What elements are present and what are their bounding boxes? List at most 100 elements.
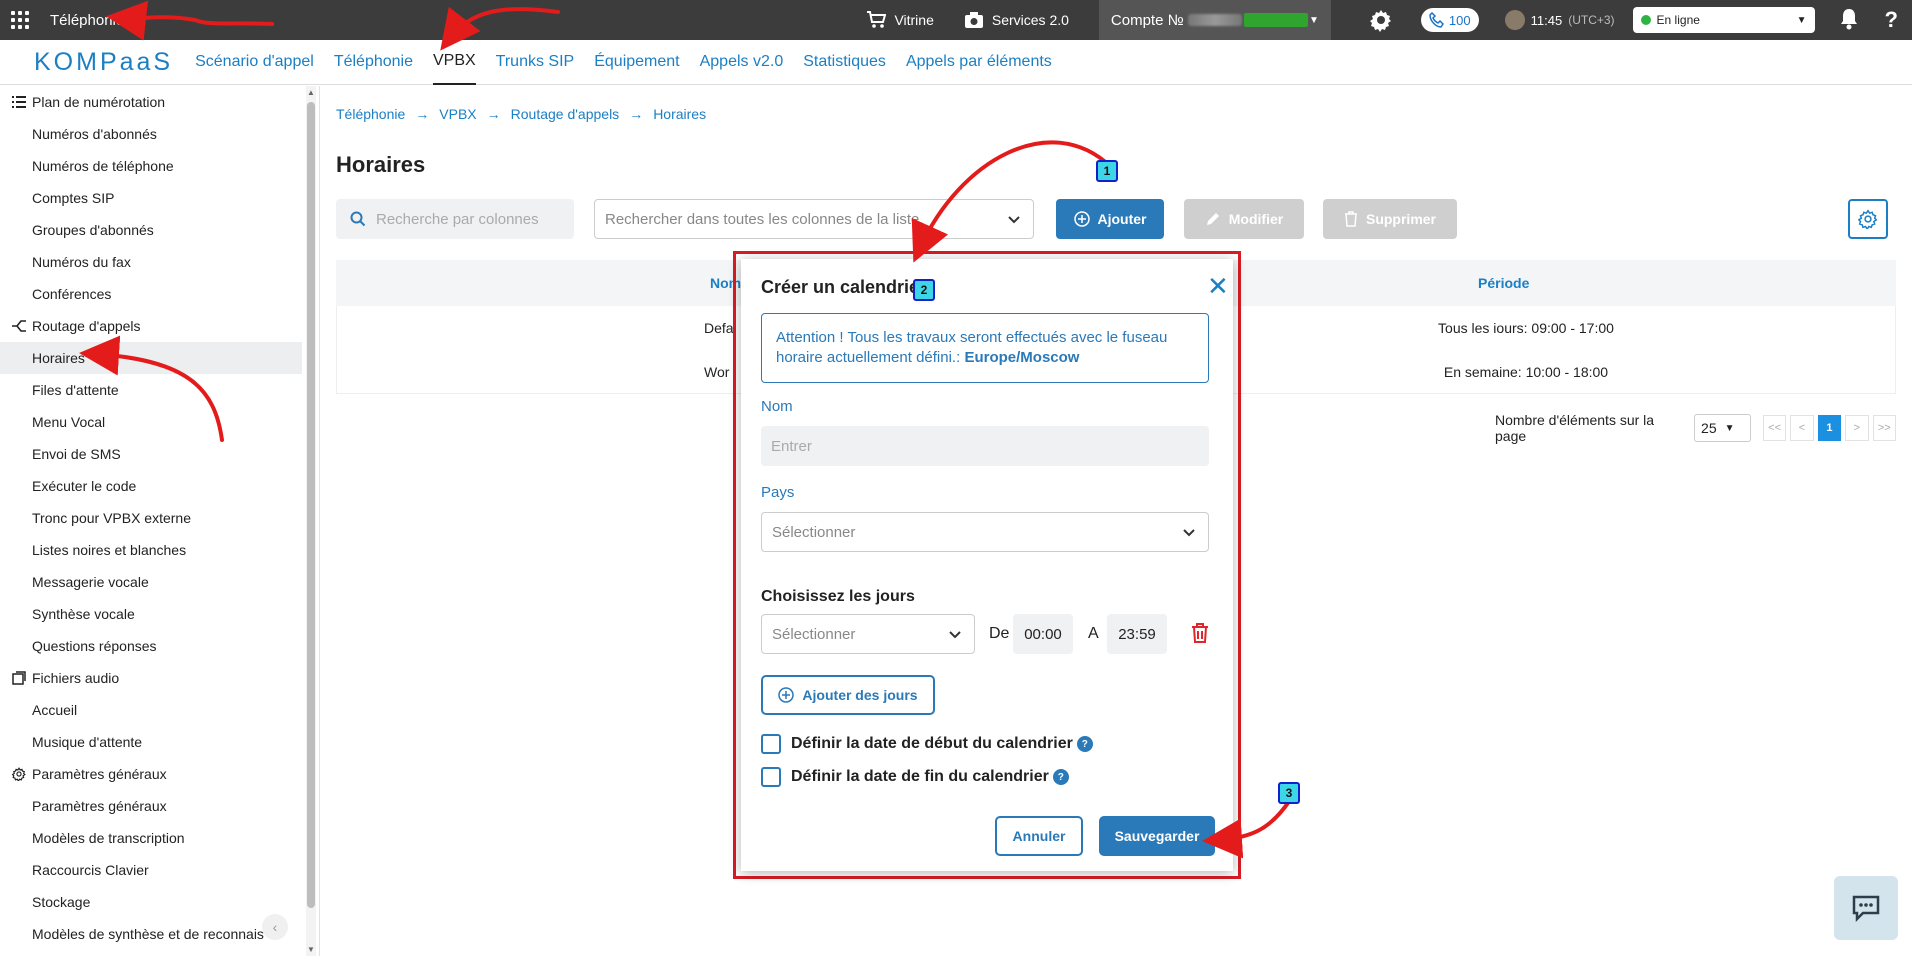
trash-icon[interactable] — [1191, 623, 1209, 643]
to-time-input[interactable]: 23:59 — [1107, 614, 1167, 654]
kompaas-logo[interactable]: KOMPaaS — [34, 48, 173, 77]
column-search-input[interactable]: Recherche par colonnes — [336, 199, 574, 239]
active-calls-pill[interactable]: 100 — [1420, 8, 1479, 32]
scroll-down-icon[interactable]: ▼ — [307, 945, 315, 954]
sidebar-section-plan-de-numerotation[interactable]: Plan de numérotation — [0, 86, 302, 118]
sidebar-item-label: Comptes SIP — [32, 190, 115, 206]
notifications-bell-icon[interactable] — [1839, 8, 1859, 33]
nav-vpbx[interactable]: VPBX — [432, 40, 476, 85]
collapse-sidebar-icon[interactable]: ‹ — [262, 914, 288, 940]
sidebar-item-parametres-generaux[interactable]: Paramètres généraux — [0, 790, 302, 822]
add-button[interactable]: Ajouter — [1056, 199, 1164, 239]
sidebar-item-accueil[interactable]: Accueil — [0, 694, 302, 726]
user-clock[interactable]: 11:45 (UTC+3) — [1504, 10, 1615, 30]
presence-status-select[interactable]: En ligne ▼ — [1632, 7, 1815, 33]
nav-trunks-sip[interactable]: Trunks SIP — [496, 40, 575, 85]
sidebar-item-messagerie-vocale[interactable]: Messagerie vocale — [0, 566, 302, 598]
sidebar-scrollbar[interactable]: ▲ ▼ — [306, 86, 316, 956]
breadcrumb: Téléphonie → VPBX → Routage d'appels → H… — [336, 106, 706, 122]
start-date-option[interactable]: Définir la date de début du calendrier ? — [761, 734, 1093, 754]
edit-button[interactable]: Modifier — [1184, 199, 1304, 239]
account-selector[interactable]: Compte № ▼ — [1098, 0, 1331, 40]
close-icon[interactable]: ✕ — [1207, 273, 1229, 299]
sidebar-item-envoi-de-sms[interactable]: Envoi de SMS — [0, 438, 302, 470]
from-time-input[interactable]: 00:00 — [1013, 614, 1073, 654]
last-page-button[interactable]: >> — [1872, 415, 1896, 441]
sidebar-item-executer-le-code[interactable]: Exécuter le code — [0, 470, 302, 502]
sidebar-item-musique-d-attente[interactable]: Musique d'attente — [0, 726, 302, 758]
table-settings-button[interactable] — [1848, 199, 1888, 239]
nav-equipement[interactable]: Équipement — [594, 40, 679, 85]
column-header-period[interactable]: Période — [1478, 275, 1529, 291]
sidebar: Plan de numérotation Numéros d'abonnés Num… — [0, 86, 320, 956]
sidebar-item-stockage[interactable]: Stockage — [0, 886, 302, 918]
sidebar-item-files-d-attente[interactable]: Files d'attente — [0, 374, 302, 406]
sidebar-item-horaires[interactable]: Horaires — [0, 342, 302, 374]
save-button[interactable]: Sauvegarder — [1099, 816, 1215, 856]
settings-gear-icon[interactable] — [1361, 8, 1401, 32]
sidebar-item-conferences[interactable]: Conférences — [0, 278, 302, 310]
help-icon[interactable]: ? — [1076, 736, 1093, 752]
sidebar-item-synthese-vocale[interactable]: Synthèse vocale — [0, 598, 302, 630]
help-icon[interactable]: ? — [1052, 769, 1069, 785]
search-all-columns-select[interactable]: Rechercher dans toutes les colonnes de l… — [594, 199, 1034, 239]
breadcrumb-routage[interactable]: Routage d'appels — [511, 106, 620, 122]
sidebar-section-routage-d-appels[interactable]: Routage d'appels — [0, 310, 302, 342]
help-icon[interactable]: ? — [1885, 7, 1898, 33]
edit-button-label: Modifier — [1228, 211, 1284, 227]
sidebar-item-numeros-d-abonnes[interactable]: Numéros d'abonnés — [0, 118, 302, 150]
current-page-button[interactable]: 1 — [1817, 415, 1842, 441]
sidebar-item-raccourcis-clavier[interactable]: Raccourcis Clavier — [0, 854, 302, 886]
breadcrumb-telephonie[interactable]: Téléphonie — [336, 106, 405, 122]
country-select[interactable]: Sélectionner — [761, 512, 1209, 552]
sidebar-item-tronc-pour-vpbx-externe[interactable]: Tronc pour VPBX externe — [0, 502, 302, 534]
page-size-value: 25 — [1701, 420, 1717, 436]
sidebar-item-modeles-de-transcription[interactable]: Modèles de transcription — [0, 822, 302, 854]
account-balance-redacted — [1243, 13, 1308, 27]
breadcrumb-vpbx[interactable]: VPBX — [439, 106, 476, 122]
breadcrumb-horaires[interactable]: Horaires — [653, 106, 706, 122]
modal-highlight-frame: Créer un calendrier ✕ Attention ! Tous l… — [733, 251, 1241, 879]
sidebar-item-label: Fichiers audio — [32, 670, 120, 686]
sidebar-item-label: Numéros d'abonnés — [32, 126, 157, 142]
to-label: A — [1088, 625, 1099, 642]
pagination: Nombre d'éléments sur la page 25 ▼ << < … — [1495, 412, 1896, 444]
nav-scenario[interactable]: Scénario d'appel — [195, 40, 314, 85]
sidebar-section-fichiers-audio[interactable]: Fichiers audio — [0, 662, 302, 694]
delete-button[interactable]: Supprimer — [1323, 199, 1457, 239]
name-input[interactable]: Entrer — [761, 426, 1209, 466]
sidebar-item-listes-noires-et-blanches[interactable]: Listes noires et blanches — [0, 534, 302, 566]
app-title[interactable]: Téléphonie — [50, 12, 124, 29]
sidebar-item-questions-reponses[interactable]: Questions réponses — [0, 630, 302, 662]
prev-page-button[interactable]: < — [1790, 415, 1814, 441]
apps-grid-icon[interactable] — [2, 0, 38, 40]
sidebar-section-parametres-generaux[interactable]: Paramètres généraux — [0, 758, 302, 790]
chat-widget-button[interactable] — [1834, 876, 1898, 940]
sidebar-item-numeros-du-fax[interactable]: Numéros du fax — [0, 246, 302, 278]
sidebar-item-label: Accueil — [32, 702, 78, 718]
first-page-button[interactable]: << — [1762, 415, 1787, 441]
nav-telephonie[interactable]: Téléphonie — [334, 40, 413, 85]
sidebar-item-comptes-sip[interactable]: Comptes SIP — [0, 182, 302, 214]
country-placeholder: Sélectionner — [772, 523, 856, 541]
add-days-button[interactable]: Ajouter des jours — [761, 675, 935, 715]
page-size-select[interactable]: 25 ▼ — [1694, 414, 1751, 442]
scrollbar-thumb[interactable] — [307, 102, 315, 908]
end-date-checkbox[interactable] — [761, 767, 781, 787]
next-page-button[interactable]: > — [1845, 415, 1869, 441]
vitrine-link[interactable]: Vitrine — [866, 11, 934, 29]
sidebar-item-menu-vocal[interactable]: Menu Vocal — [0, 406, 302, 438]
account-number-redacted — [1187, 14, 1242, 26]
sidebar-item-groupes-d-abonnes[interactable]: Groupes d'abonnés — [0, 214, 302, 246]
cancel-button[interactable]: Annuler — [995, 816, 1083, 856]
nav-appels-elements[interactable]: Appels par éléments — [906, 40, 1052, 85]
scroll-up-icon[interactable]: ▲ — [307, 88, 315, 97]
sidebar-item-modeles-de-synthese-et-de-reconnais[interactable]: Modèles de synthèse et de reconnais — [0, 918, 302, 950]
nav-appels-v2[interactable]: Appels v2.0 — [700, 40, 784, 85]
sidebar-item-numeros-de-telephone[interactable]: Numéros de téléphone — [0, 150, 302, 182]
end-date-option[interactable]: Définir la date de fin du calendrier ? — [761, 767, 1069, 787]
day-select[interactable]: Sélectionner — [761, 614, 975, 654]
start-date-checkbox[interactable] — [761, 734, 781, 754]
nav-statistiques[interactable]: Statistiques — [803, 40, 886, 85]
services-link[interactable]: Services 2.0 — [964, 11, 1069, 29]
